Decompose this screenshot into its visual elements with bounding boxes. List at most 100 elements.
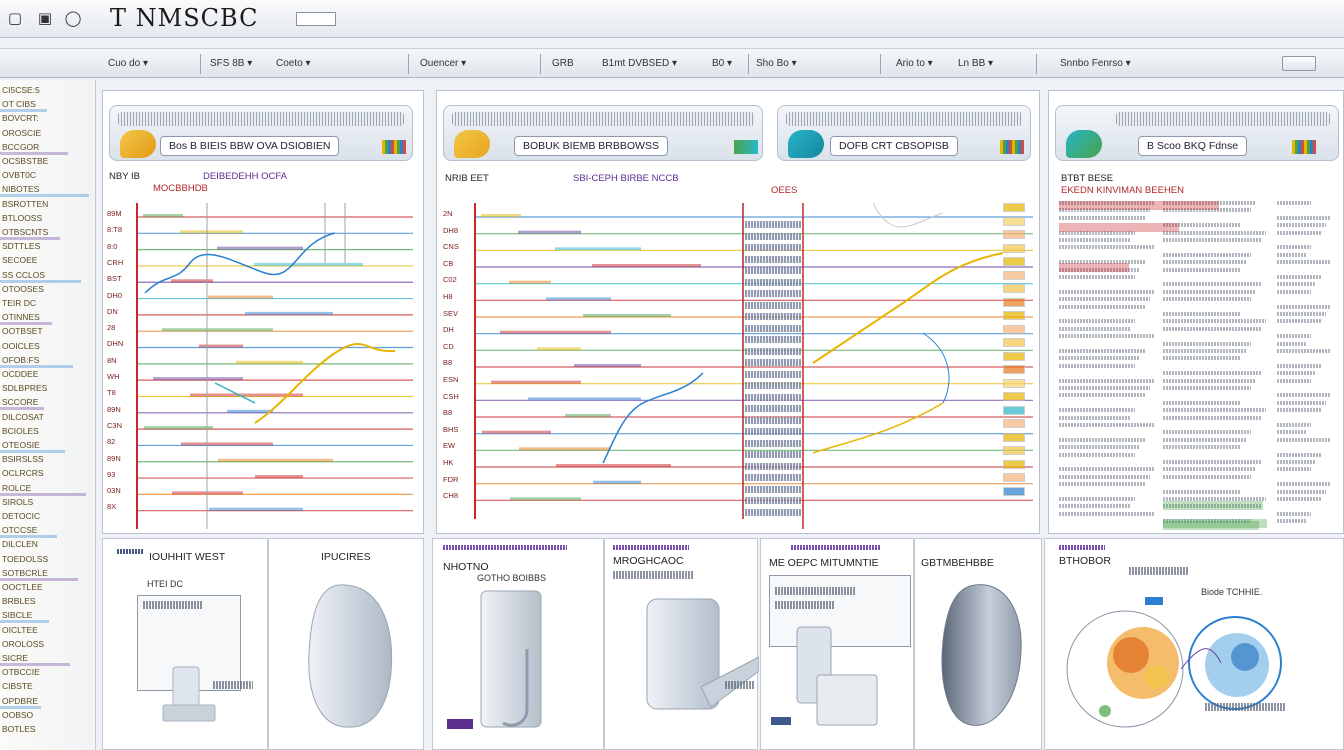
sidebar-item[interactable]: TOEDOLSS [0,553,96,565]
product-card[interactable]: GBTMBEHBBE [914,538,1042,750]
toolbar-item-5[interactable]: GRB [548,55,578,73]
product-card[interactable]: BTHOBOR Biode TCHHIE. [1044,538,1344,750]
toolbar-item-4[interactable]: Ouencer ▾ [416,55,470,73]
toolbar-separator [408,54,409,74]
product-card[interactable]: MROGHCAOC [604,538,759,750]
sidebar-item[interactable]: OROLOSS [0,638,96,650]
sidebar-item[interactable]: SDLBPRES [0,382,96,394]
table-cell [1059,423,1155,427]
timeline-bar [481,214,521,217]
toolbar-button[interactable] [1282,56,1316,71]
table-cell [1163,371,1261,376]
sidebar-item[interactable]: SDTTLES [0,240,96,252]
toolbar-item-10[interactable]: Ln BB ▾ [954,55,997,73]
toolbar-item-8[interactable]: Sho Bo ▾ [752,55,801,73]
timeline-bar [491,380,581,384]
sidebar-item[interactable]: BRBLES [0,595,96,607]
barcode [1205,703,1285,711]
toolbar-item-6[interactable]: B1mt DVBSED ▾ [598,55,681,73]
sidebar-item[interactable]: DILCLEN [0,538,96,550]
panel-label: OEES [771,185,798,196]
table-cell [1059,319,1135,324]
panel-label: EKEDN KINVIMAN BEEHEN [1061,185,1184,196]
product-card[interactable]: ME OEPC MITUMNTIE [760,538,914,750]
panel-header-label[interactable]: B Scoo BKQ Fdnse [1138,136,1248,156]
table-cell [1277,201,1311,205]
product-card[interactable]: NHOTNO GOTHO BOIBBS [432,538,604,750]
table-cell [1163,474,1251,479]
panel-header-label[interactable]: BOBUK BIEMB BRBBOWSS [514,136,668,156]
header-barcode [1116,112,1330,126]
toolbar-item-9[interactable]: Ario to ▾ [892,55,937,73]
sidebar-item[interactable]: OOBSO [0,709,96,721]
sidebar-item[interactable]: TEIR DC [0,297,96,309]
row-tick-label: DH8 [443,225,459,235]
table-cell [1059,445,1140,450]
sidebar-item[interactable]: OROSCIE [0,127,96,139]
legend-swatch [1003,230,1025,239]
product-card[interactable]: IPUCIRES [268,538,424,750]
table-highlight [1059,263,1129,272]
panel-header-label[interactable]: DOFB CRT CBSOPISB [830,136,958,156]
table-cell [1163,260,1246,265]
timeline-bar [209,507,303,511]
circle-icon[interactable]: ◯ [64,9,82,27]
sidebar-item[interactable]: OOICLES [0,340,96,352]
sidebar-item[interactable]: CI5CSE:5 [0,84,96,96]
device-illustration [480,590,542,728]
timeline-bar [162,328,273,332]
sidebar-item[interactable]: BOVCRT: [0,112,96,124]
table-cell [1163,489,1241,494]
sidebar-item[interactable]: SIROLS [0,496,96,508]
sidebar-item[interactable]: OTOOSES [0,283,96,295]
row-tick-label: C02 [443,275,457,285]
sidebar-item[interactable]: OCSBSTBE [0,155,96,167]
sidebar-item[interactable]: BTLOOSS [0,212,96,224]
row-tick-label: DH [443,325,454,335]
summary-cell [745,313,801,320]
timeline-bar [144,426,213,430]
timeline-bar [546,297,611,301]
table-cell [1163,378,1256,383]
legend-swatch [1003,378,1025,388]
sidebar-item[interactable]: OCLRCRS [0,467,96,479]
timeline-bar [555,247,641,251]
toolbar-item-7[interactable]: B0 ▾ [708,55,736,73]
sidebar-item[interactable]: BCIOLES [0,425,96,437]
table-cell [1277,349,1331,353]
toolbar-item-1[interactable]: Cuo do ▾ [104,55,152,73]
device-illustration [646,598,759,710]
toolbar-item-3[interactable]: Coeto ▾ [272,55,314,73]
grid-icon[interactable]: ▣ [36,9,54,27]
sidebar-item[interactable]: OOTBSET [0,325,96,337]
card-subtitle: Biode TCHHIE. [1201,587,1263,597]
summary-cell [745,428,801,435]
barcode [213,681,253,689]
sidebar-item[interactable]: OTBCCIE [0,666,96,678]
sidebar-item[interactable]: BSIRSLSS [0,453,96,465]
sidebar-item[interactable]: BSROTTEN [0,198,96,210]
sidebar-item[interactable]: OOCTLEE [0,581,96,593]
table-cell [1059,326,1130,331]
product-card[interactable]: IOUHHIT WEST HTEI DC [102,538,268,750]
sidebar-item[interactable]: DETOCIC [0,510,96,522]
sidebar-item[interactable]: OVBT0C [0,169,96,181]
summary-cell [745,439,801,447]
row-tick-label: FDR [443,474,459,484]
sidebar-item[interactable]: SECOEE [0,254,96,266]
legend-swatch [1003,392,1025,401]
table-cell [1059,504,1130,509]
sidebar-item[interactable]: CIBSTE [0,680,96,692]
table-cell [1059,511,1155,516]
title-search-field[interactable] [296,12,336,26]
sidebar-item[interactable]: OCDDEE [0,368,96,380]
table-cell [1277,289,1311,294]
sidebar-item[interactable]: OICLTEE [0,624,96,636]
sidebar-item[interactable]: BOTLES [0,723,96,735]
toolbar-item-11[interactable]: Snnbo Fenrso ▾ [1056,55,1135,73]
panel-header-label[interactable]: Bos B BIEIS BBW OVA DSIOBIEN [160,136,340,156]
window-icon[interactable]: ▢ [6,9,24,27]
table-cell [1277,482,1331,487]
toolbar-item-2[interactable]: SFS 8B ▾ [206,55,256,73]
sidebar-item[interactable]: DILCOSAT [0,411,96,423]
